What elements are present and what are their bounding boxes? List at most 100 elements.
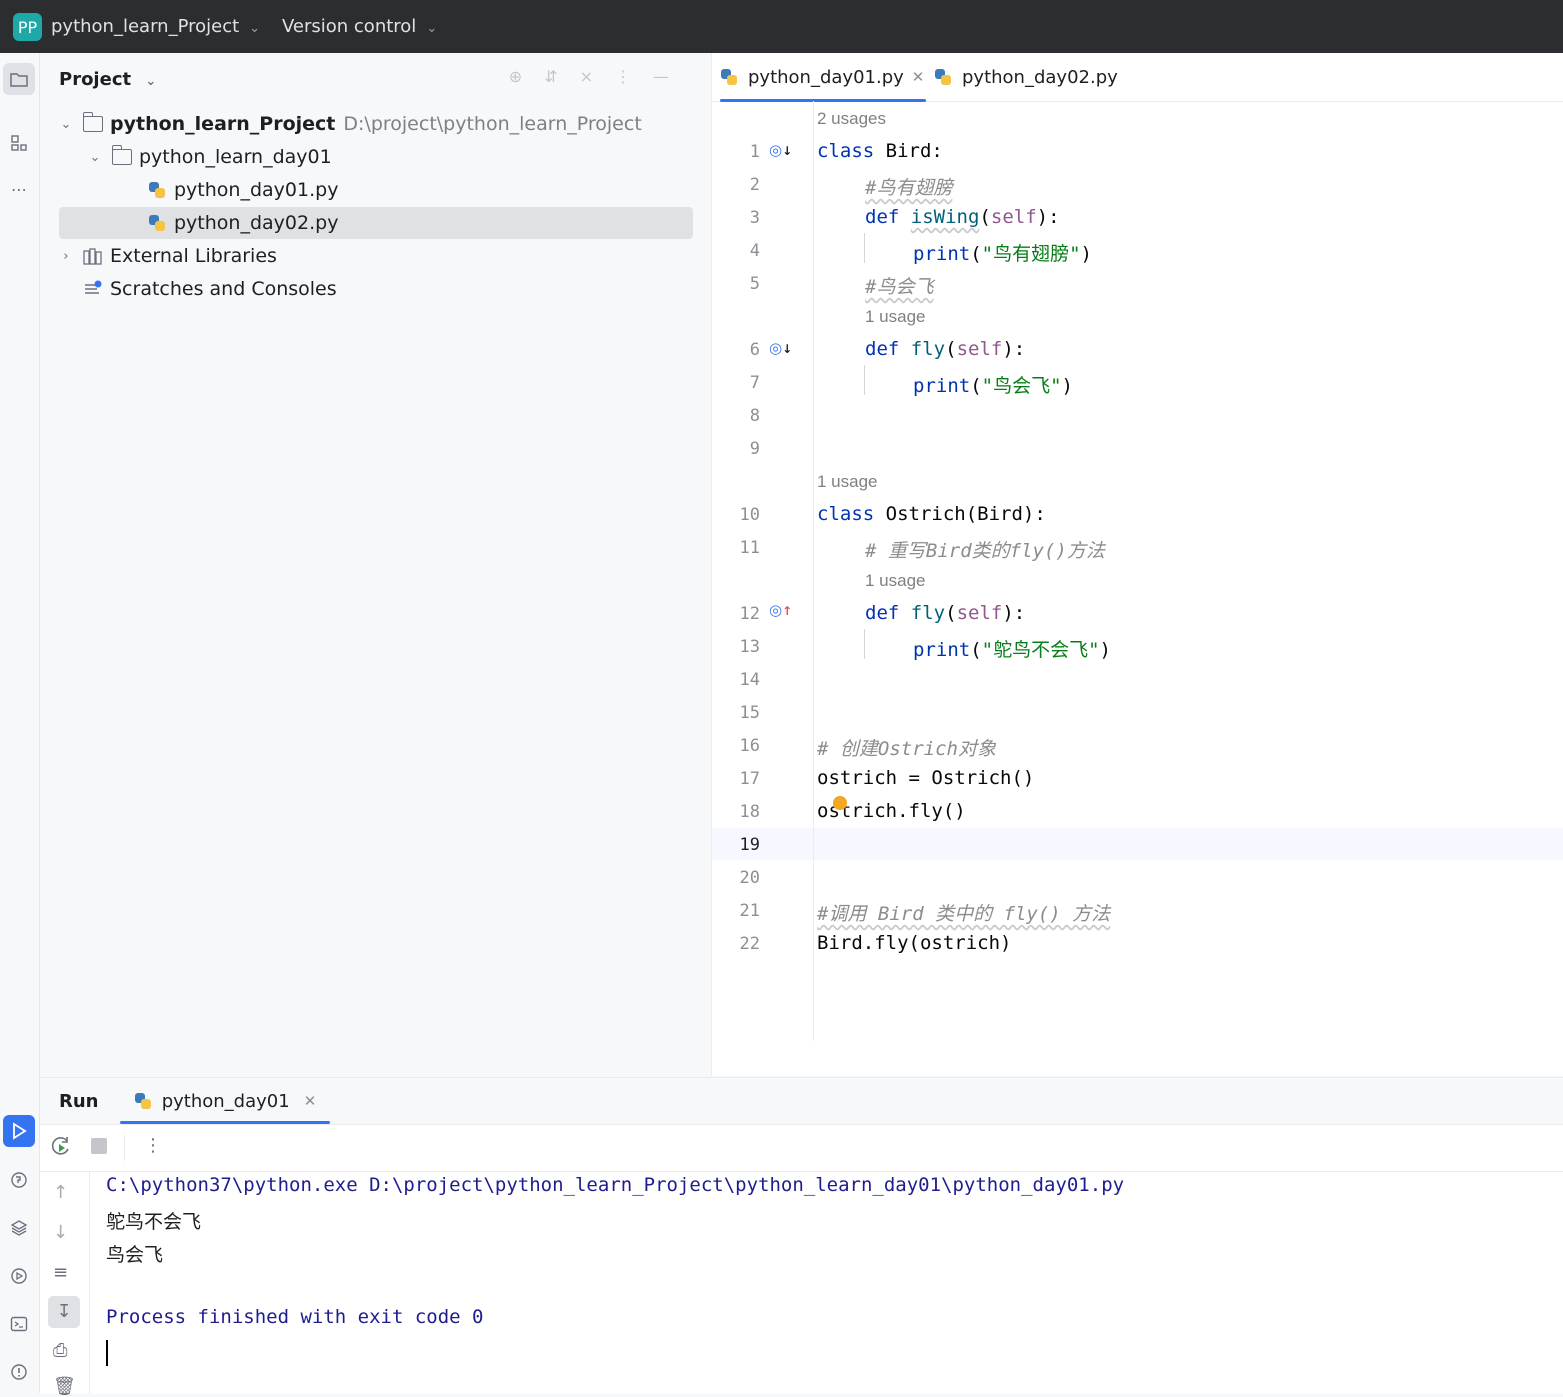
line-number: 14	[739, 670, 760, 690]
tree-item-label: python_day02.py	[174, 212, 339, 234]
usage-hint[interactable]: 2 usages	[817, 109, 886, 129]
usage-hint[interactable]: 1 usage	[865, 571, 926, 591]
more-options-icon[interactable]: ⋮	[144, 1135, 162, 1156]
chevron-down-icon: ⌄	[145, 74, 157, 89]
more-icon[interactable]: ⋯	[3, 173, 35, 205]
code-line-22[interactable]: Bird.fly(ostrich)	[817, 932, 1011, 954]
code-line-12[interactable]: def fly(self):	[865, 602, 1025, 624]
layers-icon[interactable]	[3, 1212, 35, 1244]
tree-item-day01-folder[interactable]: ⌄ python_learn_day01	[58, 141, 694, 173]
code-line-21[interactable]: #调用 Bird 类中的 fly() 方法	[817, 899, 1110, 926]
scroll-to-end-icon[interactable]: ↧	[48, 1296, 80, 1328]
line-number: 16	[739, 736, 760, 756]
console-command-line: C:\python37\python.exe D:\project\python…	[106, 1174, 1125, 1196]
project-panel-title: Project	[59, 69, 132, 90]
chevron-down-icon[interactable]: ⌄	[58, 117, 74, 132]
usage-hint[interactable]: 1 usage	[865, 307, 926, 327]
indent-guide	[864, 233, 865, 263]
line-number: 17	[739, 769, 760, 789]
stop-icon[interactable]	[90, 1137, 108, 1160]
tree-item-python-day01[interactable]: python_day01.py	[58, 174, 694, 206]
folder-icon[interactable]	[3, 63, 35, 95]
print-icon[interactable]: ⎙	[53, 1340, 67, 1361]
code-line-3[interactable]: def isWing(self):	[865, 206, 1060, 228]
structure-icon[interactable]	[3, 127, 35, 159]
rerun-icon[interactable]	[50, 1135, 72, 1162]
folder-icon	[111, 145, 133, 167]
project-badge[interactable]: PP	[13, 13, 42, 41]
intention-bulb-icon[interactable]	[833, 796, 847, 810]
project-panel-header[interactable]: Project ⌄	[59, 69, 156, 90]
tree-item-external-libraries[interactable]: › External Libraries	[58, 240, 694, 272]
tree-item-project-root[interactable]: ⌄ python_learn_Project D:\project\python…	[58, 108, 694, 140]
tab-run-python-day01[interactable]: python_day01 ✕	[120, 1078, 330, 1124]
tab-python-day02[interactable]: python_day02.py	[934, 53, 1118, 101]
run-icon[interactable]	[3, 1115, 35, 1147]
line-number: 1	[749, 142, 760, 162]
problems-icon[interactable]	[3, 1356, 35, 1388]
tab-label: python_day02.py	[962, 66, 1118, 88]
code-line-11[interactable]: # 重写Bird类的fly()方法	[865, 536, 1105, 563]
soft-wrap-icon[interactable]: ≡	[53, 1262, 68, 1283]
tab-python-day01[interactable]: python_day01.py ✕	[720, 53, 926, 102]
line-number: 22	[739, 934, 760, 954]
line-number: 9	[749, 439, 760, 459]
project-switcher[interactable]: python_learn_Project ⌄	[51, 16, 260, 37]
close-icon[interactable]: ✕	[912, 68, 925, 86]
locate-icon[interactable]: ⊕	[509, 67, 544, 86]
tab-label: python_day01.py	[748, 66, 904, 88]
tree-item-scratches[interactable]: Scratches and Consoles	[58, 273, 694, 305]
options-icon[interactable]: ⋮	[615, 67, 653, 86]
library-icon	[82, 246, 104, 266]
trash-icon[interactable]: 🗑	[53, 1376, 76, 1397]
line-number: 18	[739, 802, 760, 822]
arrow-down-icon[interactable]: ↓	[53, 1222, 68, 1243]
vcs-label: Version control	[282, 16, 417, 37]
line-number: 7	[749, 373, 760, 393]
line-number: 6	[749, 340, 760, 360]
toolbar-separator	[124, 1135, 125, 1161]
tree-item-label: python_learn_day01	[139, 146, 332, 168]
usage-hint[interactable]: 1 usage	[817, 472, 878, 492]
run-tab-label: python_day01	[161, 1090, 290, 1112]
code-line-6[interactable]: def fly(self):	[865, 338, 1025, 360]
console-side-toolbar: ↑ ↓ ≡ ↧ ⎙ 🗑	[40, 1172, 90, 1397]
expand-collapse-icon[interactable]: ⇵	[544, 67, 579, 86]
python-file-icon	[934, 68, 952, 86]
line-number: 4	[749, 241, 760, 261]
overridden-method-icon[interactable]: ◎↓	[769, 339, 792, 357]
arrow-up-icon[interactable]: ↑	[53, 1182, 68, 1203]
code-line-2[interactable]: #鸟有翅膀	[865, 173, 952, 200]
code-line-10[interactable]: class Ostrich(Bird):	[817, 503, 1046, 525]
text-cursor	[106, 1340, 108, 1366]
code-line-17[interactable]: ostrich = Ostrich()	[817, 767, 1034, 789]
tree-item-python-day02[interactable]: python_day02.py	[59, 207, 693, 239]
code-line-13[interactable]: print("鸵鸟不会飞")	[913, 635, 1111, 662]
close-icon[interactable]: ✕	[304, 1092, 317, 1110]
chevron-down-icon[interactable]: ⌄	[87, 150, 103, 165]
chevron-down-icon: ⌄	[426, 21, 438, 36]
hide-icon[interactable]: —	[653, 67, 691, 86]
code-line-4[interactable]: print("鸟有翅膀")	[913, 239, 1092, 266]
overridden-method-icon[interactable]: ◎↓	[769, 141, 792, 159]
code-line-1[interactable]: class Bird:	[817, 140, 943, 162]
line-number: 20	[739, 868, 760, 888]
console-exit-line: Process finished with exit code 0	[106, 1306, 484, 1328]
code-line-5[interactable]: #鸟会飞	[865, 272, 933, 299]
line-number: 12	[739, 604, 760, 624]
code-line-16[interactable]: # 创建Ostrich对象	[817, 734, 996, 761]
python-console-icon[interactable]	[3, 1164, 35, 1196]
terminal-icon[interactable]	[3, 1308, 35, 1340]
chevron-right-icon[interactable]: ›	[58, 249, 74, 264]
console-output-line: 鸟会飞	[106, 1244, 164, 1266]
project-panel-toolbar: ⊕⇵×⋮—	[509, 67, 691, 86]
services-icon[interactable]	[3, 1260, 35, 1292]
close-icon[interactable]: ×	[580, 67, 615, 86]
run-header: Run python_day01 ✕	[40, 1078, 1563, 1125]
overriding-method-icon[interactable]: ◎↑	[769, 601, 792, 619]
tree-item-label: Scratches and Consoles	[110, 278, 337, 300]
code-line-7[interactable]: print("鸟会飞")	[913, 371, 1073, 398]
vcs-menu[interactable]: Version control ⌄	[282, 16, 437, 37]
line-number: 10	[739, 505, 760, 525]
tool-window-strip: ⋯	[0, 53, 40, 1393]
